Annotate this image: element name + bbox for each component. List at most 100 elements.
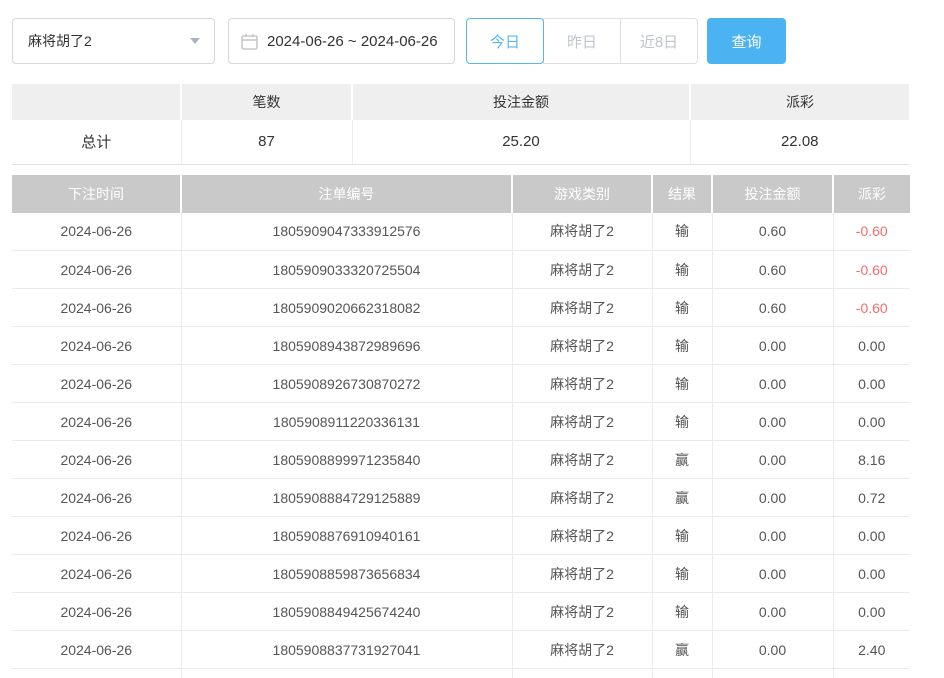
cell-result: 赢	[652, 479, 712, 517]
header-bet-time: 下注时间	[12, 175, 181, 213]
cell-bet-amount: 0.00	[712, 631, 833, 669]
cell-order-id: 1805909020662318082	[181, 289, 512, 327]
cell-payout: 0.00	[833, 593, 910, 631]
cell-bet-time: 2024-06-26	[12, 289, 181, 327]
cell-bet-amount: 0.00	[712, 327, 833, 365]
cell-payout: 0.72	[833, 479, 910, 517]
cell-bet-time: 2024-06-26	[12, 441, 181, 479]
records-table: 下注时间 注单编号 游戏类别 结果 投注金额 派彩 2024-06-261805…	[12, 175, 910, 678]
summary-header-bet-amount: 投注金额	[352, 84, 690, 120]
cell-bet-amount: 0.60	[712, 251, 833, 289]
cell-bet-amount: 0.60	[712, 213, 833, 251]
header-payout: 派彩	[833, 175, 910, 213]
cell-bet-amount: 0.00	[712, 441, 833, 479]
cell-result: 输	[652, 555, 712, 593]
cell-bet-time: 2024-06-26	[12, 251, 181, 289]
table-row: 2024-06-261805908849425674240麻将胡了2输0.000…	[12, 593, 910, 631]
cell-game-type: 麻将胡了2	[512, 517, 652, 555]
chevron-down-icon	[190, 38, 200, 44]
cell-bet-amount: 0.00	[712, 517, 833, 555]
cell-payout: 0.00	[833, 517, 910, 555]
cell-game-type: 麻将胡了2	[512, 289, 652, 327]
cell-result: 输	[652, 365, 712, 403]
cell-bet-amount: 0.00	[712, 365, 833, 403]
cell-bet-amount: 0.00	[712, 593, 833, 631]
cell-order-id: 1805908859873656834	[181, 555, 512, 593]
cell-result: 输	[652, 251, 712, 289]
quick-range-last8days[interactable]: 近8日	[620, 18, 698, 64]
quick-range-today[interactable]: 今日	[466, 18, 544, 64]
table-row: 2024-06-261805908884729125889麻将胡了2赢0.000…	[12, 479, 910, 517]
cell-game-type: 麻将胡了2	[512, 213, 652, 251]
cell-payout: 2.40	[833, 631, 910, 669]
cell-payout: 0.00	[833, 365, 910, 403]
header-game-type: 游戏类别	[512, 175, 652, 213]
cell-order-id: 1805908899971235840	[181, 441, 512, 479]
cell-payout	[833, 669, 910, 678]
cell-order-id: 1805908837731927041	[181, 631, 512, 669]
cell-order-id: 1805908884729125889	[181, 479, 512, 517]
cell-bet-time: 2024-06-26	[12, 555, 181, 593]
game-select-value: 麻将胡了2	[28, 31, 92, 51]
cell-bet-amount	[712, 669, 833, 678]
summary-total-bet-amount: 25.20	[352, 120, 690, 164]
cell-bet-amount: 0.00	[712, 479, 833, 517]
table-row: 2024-06-261805908943872989696麻将胡了2输0.000…	[12, 327, 910, 365]
cell-result: 输	[652, 403, 712, 441]
summary-total-count: 87	[181, 120, 352, 164]
cell-game-type: 麻将胡了2	[512, 403, 652, 441]
records-header-row: 下注时间 注单编号 游戏类别 结果 投注金额 派彩	[12, 175, 910, 213]
cell-payout: 8.16	[833, 441, 910, 479]
game-select[interactable]: 麻将胡了2	[12, 18, 215, 64]
cell-order-id: 1805909033320725504	[181, 251, 512, 289]
summary-header-count: 笔数	[181, 84, 352, 120]
cell-result: 赢	[652, 631, 712, 669]
date-range-input[interactable]: 2024-06-26 ~ 2024-06-26	[228, 18, 455, 64]
cell-order-id	[181, 669, 512, 678]
cell-order-id: 1805908926730870272	[181, 365, 512, 403]
cell-game-type: 麻将胡了2	[512, 365, 652, 403]
cell-game-type: 麻将胡了2	[512, 555, 652, 593]
cell-result: 输	[652, 593, 712, 631]
records-tbody: 2024-06-261805909047333912576麻将胡了2输0.60-…	[12, 213, 910, 678]
table-row: 2024-06-261805908876910940161麻将胡了2输0.000…	[12, 517, 910, 555]
cell-payout: -0.60	[833, 289, 910, 327]
header-bet-amount: 投注金额	[712, 175, 833, 213]
cell-bet-time: 2024-06-26	[12, 365, 181, 403]
cell-payout: 0.00	[833, 327, 910, 365]
cell-order-id: 1805908849425674240	[181, 593, 512, 631]
table-row: 2024-06-261805908899971235840麻将胡了2赢0.008…	[12, 441, 910, 479]
filter-bar: 麻将胡了2 2024-06-26 ~ 2024-06-26 今日 昨日 近8日 …	[12, 18, 944, 64]
summary-header-payout: 派彩	[690, 84, 909, 120]
cell-game-type: 麻将胡了2	[512, 251, 652, 289]
cell-bet-amount: 0.00	[712, 555, 833, 593]
cell-payout: -0.60	[833, 251, 910, 289]
table-row: 2024-06-261805909020662318082麻将胡了2输0.60-…	[12, 289, 910, 327]
cell-game-type: 麻将胡了2	[512, 327, 652, 365]
cell-order-id: 1805908943872989696	[181, 327, 512, 365]
cell-bet-amount: 0.00	[712, 403, 833, 441]
table-row: 2024-06-261805908859873656834麻将胡了2输0.000…	[12, 555, 910, 593]
summary-table: 笔数 投注金额 派彩 总计 87 25.20 22.08	[12, 84, 909, 165]
cell-order-id: 1805908911220336131	[181, 403, 512, 441]
quick-range-yesterday[interactable]: 昨日	[543, 18, 621, 64]
search-button[interactable]: 查询	[707, 18, 786, 64]
summary-total-row: 总计 87 25.20 22.08	[12, 120, 909, 164]
cell-result: 输	[652, 517, 712, 555]
cell-result: 输	[652, 327, 712, 365]
cell-bet-time: 2024-06-26	[12, 631, 181, 669]
table-row: 2024-06-261805908837731927041麻将胡了2赢0.002…	[12, 631, 910, 669]
table-row: 2024-06-261805909033320725504麻将胡了2输0.60-…	[12, 251, 910, 289]
table-row: 2024-06-261805909047333912576麻将胡了2输0.60-…	[12, 213, 910, 251]
cell-bet-time: 2024-06-26	[12, 213, 181, 251]
table-row-partial	[12, 669, 910, 678]
cell-game-type: 麻将胡了2	[512, 441, 652, 479]
date-range-value: 2024-06-26 ~ 2024-06-26	[267, 33, 438, 50]
cell-order-id: 1805909047333912576	[181, 213, 512, 251]
cell-bet-time: 2024-06-26	[12, 327, 181, 365]
table-row: 2024-06-261805908926730870272麻将胡了2输0.000…	[12, 365, 910, 403]
cell-bet-time: 2024-06-26	[12, 593, 181, 631]
summary-total-label: 总计	[12, 120, 181, 164]
cell-game-type: 麻将胡了2	[512, 479, 652, 517]
table-row: 2024-06-261805908911220336131麻将胡了2输0.000…	[12, 403, 910, 441]
